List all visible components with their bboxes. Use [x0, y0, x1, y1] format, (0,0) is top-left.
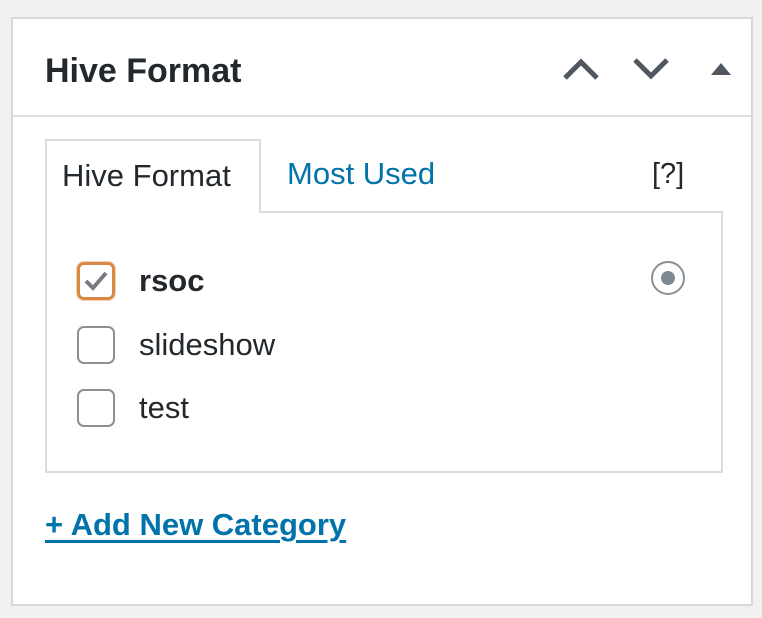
panel-header: Hive Format	[13, 19, 751, 117]
category-label: slideshow	[139, 327, 276, 362]
list-item: rsoc	[77, 259, 204, 303]
move-up-button[interactable]	[557, 49, 605, 89]
category-label: test	[139, 390, 189, 425]
tab-most-used[interactable]: Most Used	[287, 139, 435, 209]
category-checklist: rsoc slideshow test	[45, 211, 723, 473]
toggle-panel-button[interactable]	[697, 49, 745, 89]
add-new-category-link[interactable]: + Add New Category	[45, 507, 346, 543]
panel-title: Hive Format	[45, 52, 242, 90]
triangle-up-icon	[711, 63, 731, 75]
category-checkbox-slideshow[interactable]	[77, 326, 115, 364]
list-item: slideshow	[77, 323, 275, 367]
radio-dot-icon	[661, 271, 675, 285]
primary-category-radio[interactable]	[651, 261, 685, 295]
category-checkbox-test[interactable]	[77, 389, 115, 427]
chevron-up-icon	[563, 58, 599, 80]
checkmark-icon	[84, 271, 108, 291]
move-down-button[interactable]	[627, 49, 675, 89]
category-checkbox-rsoc[interactable]	[77, 262, 115, 300]
chevron-down-icon	[633, 58, 669, 80]
tab-hive-format[interactable]: Hive Format	[45, 139, 261, 213]
hive-format-panel: Hive Format Hive Format Most Used [?] rs…	[11, 17, 753, 606]
category-tabs: Hive Format Most Used [?]	[45, 139, 723, 213]
category-label: rsoc	[139, 263, 205, 298]
help-link[interactable]: [?]	[652, 139, 684, 209]
list-item: test	[77, 386, 189, 430]
